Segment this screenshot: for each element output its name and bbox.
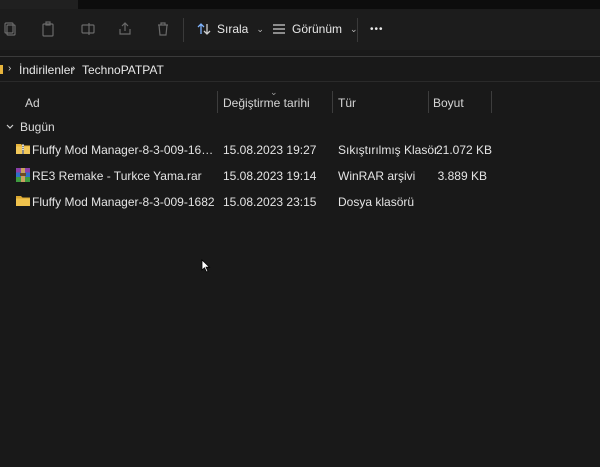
column-divider[interactable] — [491, 91, 492, 113]
command-bar: Sırala ⌄ Görünüm ⌄ ••• — [0, 9, 600, 50]
file-row[interactable]: Fluffy Mod Manager-8-3-009-1682610623 15… — [0, 190, 600, 214]
sort-button[interactable]: Sırala ⌄ — [197, 16, 264, 42]
column-divider[interactable] — [428, 91, 429, 113]
file-row[interactable]: RE3 Remake - Turkce Yama.rar 15.08.2023 … — [0, 164, 600, 188]
folder-icon — [16, 196, 30, 206]
file-type: Dosya klasörü — [338, 195, 415, 209]
folder-icon — [0, 65, 3, 74]
address-area-top — [78, 0, 600, 9]
toolbar-divider — [357, 18, 358, 42]
column-divider[interactable] — [332, 91, 333, 113]
winrar-archive-icon — [16, 168, 30, 182]
toolbar-divider — [183, 18, 184, 42]
column-header-type[interactable]: Tür — [338, 96, 356, 110]
more-label: ••• — [370, 23, 384, 35]
view-button[interactable]: Görünüm ⌄ — [272, 16, 358, 42]
mouse-cursor-icon — [201, 259, 211, 273]
breadcrumb-item-current[interactable]: TechnoPATPAT — [82, 63, 164, 77]
rename-icon[interactable] — [78, 19, 98, 39]
file-type: Sıkıştırılmış Klasör — [338, 143, 439, 157]
column-divider[interactable] — [217, 91, 218, 113]
copy-icon[interactable] — [0, 19, 20, 39]
group-header-today[interactable]: Bugün — [6, 119, 55, 135]
view-label: Görünüm — [292, 22, 343, 36]
file-name: Fluffy Mod Manager-8-3-009-1682610623 — [32, 143, 214, 157]
chevron-right-icon: › — [72, 63, 76, 74]
file-size: 3.889 KB — [437, 169, 487, 183]
delete-icon[interactable] — [153, 19, 173, 39]
file-date: 15.08.2023 19:27 — [223, 143, 317, 157]
column-header-size[interactable]: Boyut — [433, 96, 464, 110]
zip-folder-icon — [16, 144, 30, 154]
sort-label: Sırala — [217, 22, 249, 36]
column-header-name[interactable]: Ad — [25, 96, 40, 110]
sort-icon — [197, 23, 211, 35]
address-bar[interactable]: › İndirilenler › TechnoPATPAT — [0, 56, 600, 82]
view-list-icon — [273, 24, 285, 34]
file-size: 21.072 KB — [436, 143, 493, 157]
file-name: Fluffy Mod Manager-8-3-009-1682610623 — [32, 195, 214, 209]
column-header-date[interactable]: Değiştirme tarihi — [223, 96, 310, 110]
share-icon[interactable] — [115, 19, 135, 39]
more-options-button[interactable]: ••• — [370, 16, 384, 42]
breadcrumb-item-downloads[interactable]: İndirilenler — [19, 63, 74, 77]
file-type: WinRAR arşivi — [338, 169, 416, 183]
title-strip — [0, 0, 600, 9]
paste-icon[interactable] — [38, 19, 58, 39]
file-name: RE3 Remake - Turkce Yama.rar — [32, 169, 202, 183]
chevron-down-icon: ⌄ — [256, 23, 264, 34]
file-date: 15.08.2023 19:14 — [223, 169, 317, 183]
chevron-down-icon — [6, 124, 14, 129]
group-label: Bugün — [20, 120, 55, 134]
column-header-row: Ad Değiştirme tarihi Tür Boyut — [0, 91, 600, 113]
file-date: 15.08.2023 23:15 — [223, 195, 317, 209]
file-row[interactable]: Fluffy Mod Manager-8-3-009-1682610623 15… — [0, 138, 600, 162]
chevron-right-icon: › — [8, 63, 12, 74]
